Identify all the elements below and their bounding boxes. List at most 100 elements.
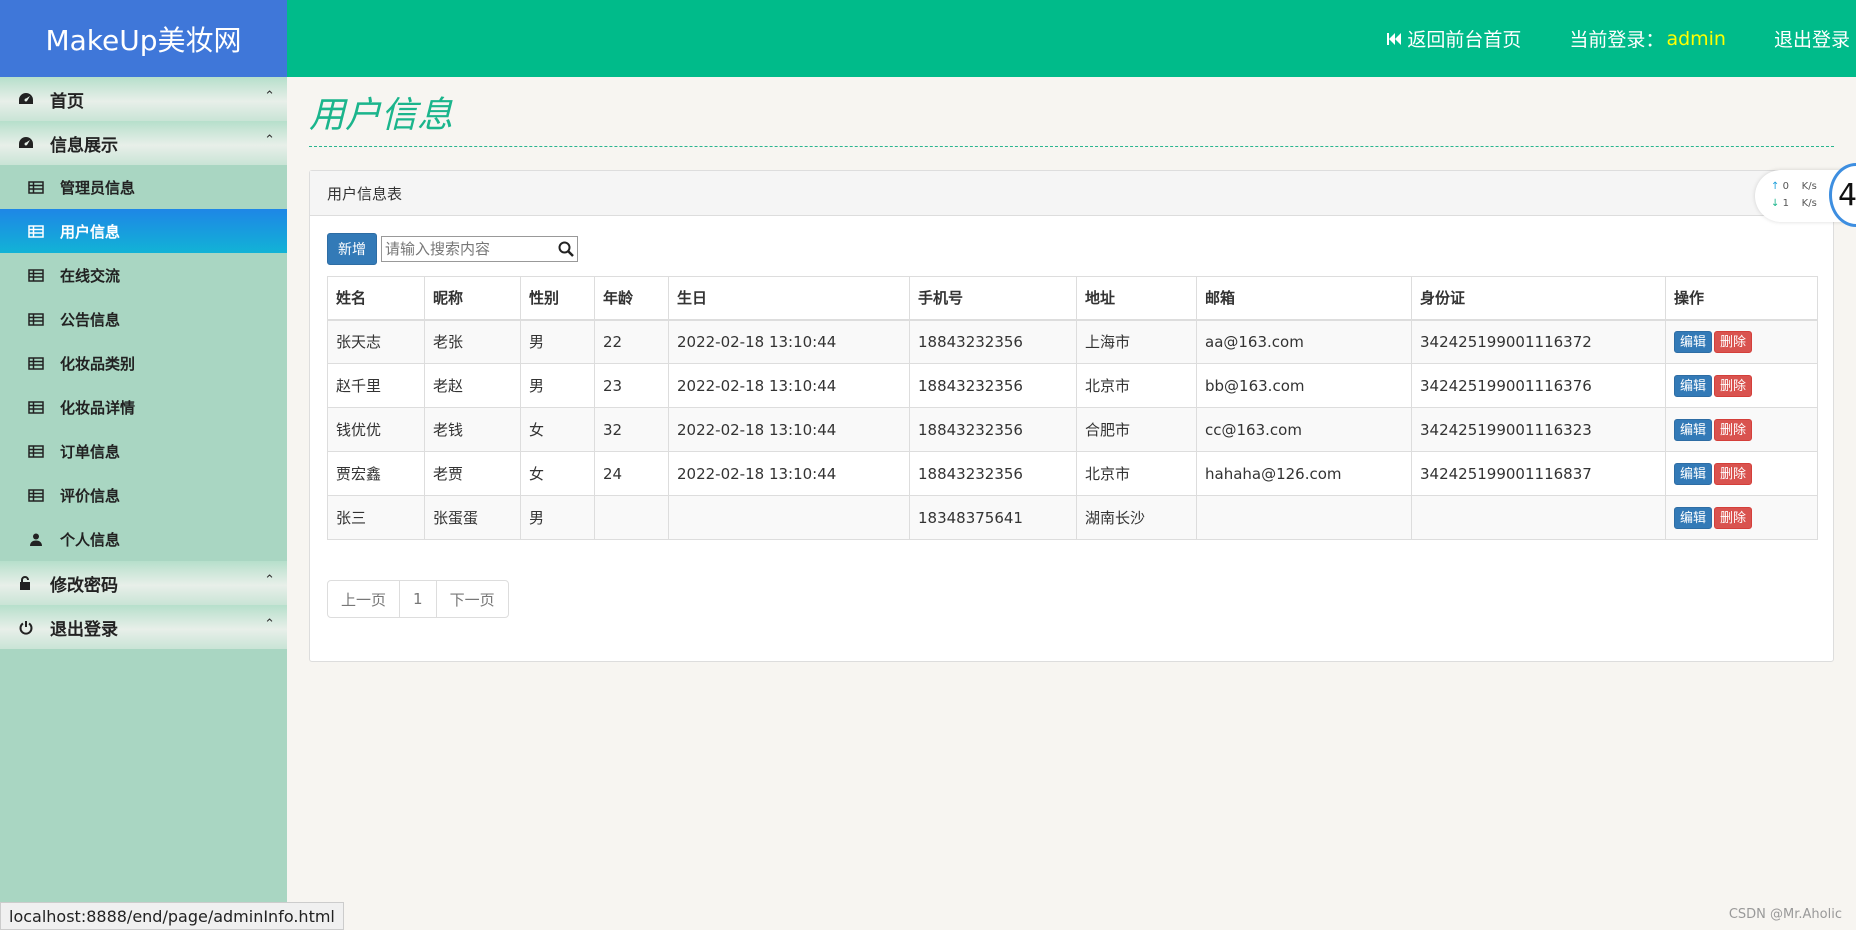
table-icon <box>28 400 44 414</box>
sidebar-item-label: 化妆品类别 <box>60 354 136 373</box>
cell-address: 合肥市 <box>1076 407 1197 452</box>
chevron-up-icon: ⌃ <box>264 133 275 148</box>
sidebar-group-label: 首页 <box>50 91 84 112</box>
logout-link[interactable]: 退出登录 <box>1774 25 1850 52</box>
sidebar-item-label: 订单信息 <box>60 442 121 461</box>
table-icon <box>28 312 44 326</box>
cell-id-card: 342425199001116837 <box>1411 451 1666 496</box>
prev-page-button[interactable]: 上一页 <box>328 581 401 617</box>
cell-actions: 编辑 删除 <box>1665 407 1818 452</box>
download-speed-value: 1 <box>1782 198 1789 209</box>
table-icon <box>28 180 44 194</box>
cell-phone: 18843232356 <box>909 319 1077 364</box>
upload-speed-value: 0 <box>1782 181 1789 192</box>
sidebar-item-user-info[interactable]: 用户信息 <box>0 209 287 253</box>
chevron-up-icon: ⌃ <box>264 617 275 632</box>
brand-logo[interactable]: MakeUp美妆网 <box>0 0 287 77</box>
table-row: 张三 张蛋蛋 男 18348375641 湖南长沙 编辑 删除 <box>327 495 1818 540</box>
delete-button[interactable]: 删除 <box>1714 418 1753 441</box>
table-header-row: 姓名 昵称 性别 年龄 生日 手机号 地址 邮箱 身份证 操作 <box>327 276 1818 321</box>
cell-email: hahaha@126.com <box>1196 451 1412 496</box>
cell-phone: 18843232356 <box>909 451 1077 496</box>
dashboard-icon <box>19 137 33 148</box>
watermark: CSDN @Mr.Aholic <box>1728 907 1842 922</box>
sidebar-item-label: 个人信息 <box>60 530 121 549</box>
sidebar-group-label: 退出登录 <box>50 619 118 640</box>
cell-email: bb@163.com <box>1196 363 1412 408</box>
cell-email: aa@163.com <box>1196 319 1412 364</box>
table-icon <box>28 444 44 458</box>
table-row: 钱优优 老钱 女 32 2022-02-18 13:10:44 18843232… <box>327 407 1818 452</box>
sidebar-item-reviews[interactable]: 评价信息 <box>0 473 287 517</box>
cell-age: 23 <box>594 363 669 408</box>
cell-name: 赵千里 <box>327 363 425 408</box>
page-number-button[interactable]: 1 <box>400 581 437 617</box>
cell-id-card: 342425199001116372 <box>1411 319 1666 364</box>
cell-gender: 男 <box>520 495 595 540</box>
back-to-frontend-link[interactable]: 返回前台首页 <box>1385 25 1521 52</box>
cell-nickname: 张蛋蛋 <box>424 495 521 540</box>
cell-email <box>1196 495 1412 540</box>
column-header-address: 地址 <box>1076 276 1197 321</box>
sidebar-group-logout[interactable]: 退出登录 ⌃ <box>0 605 287 649</box>
sidebar-item-admin-info[interactable]: 管理员信息 <box>0 165 287 209</box>
upload-speed-unit: K/s <box>1801 181 1817 192</box>
delete-button[interactable]: 删除 <box>1714 506 1753 529</box>
cell-age: 32 <box>594 407 669 452</box>
delete-button[interactable]: 删除 <box>1714 462 1753 485</box>
cell-birthday: 2022-02-18 13:10:44 <box>668 319 910 364</box>
top-bar: 返回前台首页 当前登录： admin 退出登录 <box>287 0 1856 77</box>
sidebar-item-label: 在线交流 <box>60 266 121 285</box>
cell-birthday: 2022-02-18 13:10:44 <box>668 407 910 452</box>
cell-email: cc@163.com <box>1196 407 1412 452</box>
sidebar-item-announcements[interactable]: 公告信息 <box>0 297 287 341</box>
page-title: 用户信息 <box>309 95 454 136</box>
current-login-user: admin <box>1666 27 1726 50</box>
download-speed-unit: K/s <box>1801 198 1817 209</box>
delete-button[interactable]: 删除 <box>1714 374 1753 397</box>
sidebar-item-online-chat[interactable]: 在线交流 <box>0 253 287 297</box>
sidebar-item-label: 公告信息 <box>60 310 121 329</box>
table-row: 赵千里 老赵 男 23 2022-02-18 13:10:44 18843232… <box>327 363 1818 408</box>
cell-phone: 18843232356 <box>909 407 1077 452</box>
add-button[interactable]: 新增 <box>327 233 377 265</box>
upload-speed: ↑ 0 K/s <box>1771 181 1817 192</box>
user-info-panel: 用户信息表 新增 姓名 昵称 性别 年龄 生日 手机号 地址 邮箱 身份证 操作 <box>309 170 1834 662</box>
arrow-up-icon: ↑ <box>1771 181 1780 192</box>
logout-label: 退出登录 <box>1773 29 1850 51</box>
search-icon[interactable] <box>557 240 575 258</box>
column-header-nickname: 昵称 <box>424 276 521 321</box>
cell-gender: 女 <box>520 451 595 496</box>
unlock-icon <box>20 575 30 590</box>
column-header-id-card: 身份证 <box>1411 276 1666 321</box>
sidebar-item-orders[interactable]: 订单信息 <box>0 429 287 473</box>
delete-button[interactable]: 删除 <box>1714 330 1753 353</box>
column-header-name: 姓名 <box>327 276 425 321</box>
sidebar-item-cosmetic-categories[interactable]: 化妆品类别 <box>0 341 287 385</box>
cell-id-card: 342425199001116376 <box>1411 363 1666 408</box>
arrow-down-icon: ↓ <box>1771 198 1780 209</box>
sidebar-item-cosmetic-details[interactable]: 化妆品详情 <box>0 385 287 429</box>
edit-button[interactable]: 编辑 <box>1674 330 1713 353</box>
sidebar-item-profile[interactable]: 个人信息 <box>0 517 287 561</box>
sidebar: 首页 ⌃ 信息展示 ⌃ 管理员信息 用户信息 在线交流 公告信息 化妆品类别 化… <box>0 77 287 930</box>
cell-actions: 编辑 删除 <box>1665 495 1818 540</box>
chevron-up-icon: ⌃ <box>264 89 275 104</box>
user-table: 姓名 昵称 性别 年龄 生日 手机号 地址 邮箱 身份证 操作 张天志 老张 男… <box>327 276 1818 540</box>
table-row: 贾宏鑫 老贾 女 24 2022-02-18 13:10:44 18843232… <box>327 451 1818 496</box>
search-input[interactable] <box>382 237 552 261</box>
cell-nickname: 老赵 <box>424 363 521 408</box>
cell-age: 22 <box>594 319 669 364</box>
sidebar-group-home[interactable]: 首页 ⌃ <box>0 77 287 121</box>
sidebar-group-change-password[interactable]: 修改密码 ⌃ <box>0 561 287 605</box>
cell-birthday: 2022-02-18 13:10:44 <box>668 363 910 408</box>
edit-button[interactable]: 编辑 <box>1674 506 1713 529</box>
sidebar-group-label: 修改密码 <box>50 575 118 596</box>
sidebar-group-info[interactable]: 信息展示 ⌃ <box>0 121 287 165</box>
edit-button[interactable]: 编辑 <box>1674 374 1713 397</box>
edit-button[interactable]: 编辑 <box>1674 462 1713 485</box>
edit-button[interactable]: 编辑 <box>1674 418 1713 441</box>
sidebar-item-label: 评价信息 <box>60 486 121 505</box>
status-bar-url: localhost:8888/end/page/adminInfo.html <box>0 902 344 930</box>
next-page-button[interactable]: 下一页 <box>437 581 508 617</box>
